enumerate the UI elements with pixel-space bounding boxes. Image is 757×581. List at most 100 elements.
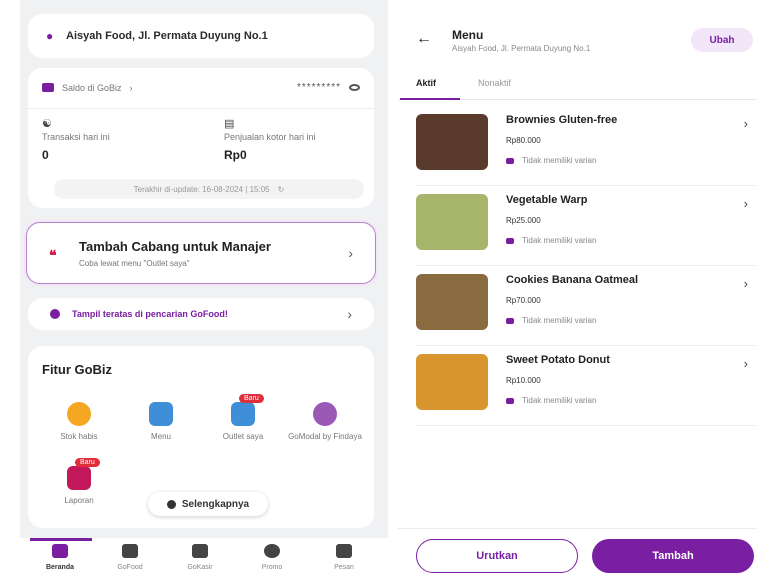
location-text: Aisyah Food, Jl. Permata Duyung No.1 <box>66 30 268 42</box>
nav-label: GoKasir <box>187 564 213 571</box>
item-variant: Tidak memiliki varian <box>522 236 597 245</box>
feature-stok-habis[interactable]: Stok habis <box>42 402 116 441</box>
variant-icon <box>506 317 514 324</box>
feature-outlet[interactable]: Baru Outlet saya <box>206 394 280 441</box>
nav-promo[interactable]: Promo <box>242 544 302 571</box>
stat-sales: ▤ Penjualan kotor hari ini Rp0 <box>224 117 316 162</box>
last-updated: Terakhir di-update: 16-08-2024 | 15:05 ↻ <box>54 179 364 199</box>
gomodal-icon <box>313 402 337 426</box>
page-title: Menu <box>452 28 484 42</box>
feature-gomodal[interactable]: GoModal by Findaya <box>288 402 362 441</box>
gofood-icon <box>122 544 138 558</box>
chevron-right-icon: › <box>743 116 748 131</box>
sort-button[interactable]: Urutkan <box>416 539 578 573</box>
outlet-icon: Baru <box>231 394 264 426</box>
tab-nonaktif[interactable]: Nonaktif <box>478 78 511 88</box>
back-arrow-icon[interactable]: ← <box>416 30 432 48</box>
nav-active-indicator <box>30 538 92 541</box>
feature-label: Outlet saya <box>222 432 264 441</box>
item-photo <box>416 114 488 170</box>
nav-beranda[interactable]: Beranda <box>30 544 90 571</box>
transaction-icon: ☯ <box>42 118 52 130</box>
gokasir-icon <box>192 544 208 558</box>
promote-icon <box>50 309 60 319</box>
add-branch-card[interactable]: ❝ Tambah Cabang untuk Manajer Coba lewat… <box>26 222 376 284</box>
refresh-icon[interactable]: ↻ <box>278 185 285 194</box>
home-icon <box>52 544 68 558</box>
feature-menu[interactable]: Menu <box>124 402 198 441</box>
balance-card: Saldo di GoBiz › ********* ☯ Transaksi h… <box>28 68 374 208</box>
menu-item[interactable]: Cookies Banana Oatmeal Rp70.000 Tidak me… <box>416 266 756 346</box>
home-panel: ● Aisyah Food, Jl. Permata Duyung No.1 S… <box>20 0 388 581</box>
tab-active-indicator <box>400 98 460 100</box>
location-pin-icon: ● <box>46 29 54 43</box>
location-card[interactable]: ● Aisyah Food, Jl. Permata Duyung No.1 <box>28 14 374 58</box>
variant-icon <box>506 157 514 164</box>
action-bar: Urutkan Tambah <box>398 528 757 581</box>
features-card: Fitur GoBiz Stok habis Menu Baru Outlet … <box>28 346 374 528</box>
menu-panel: ← Menu Aisyah Food, Jl. Permata Duyung N… <box>398 0 757 581</box>
item-name: Cookies Banana Oatmeal <box>506 274 639 286</box>
nav-label: GoFood <box>117 564 143 571</box>
add-button[interactable]: Tambah <box>592 539 754 573</box>
quote-icon: ❝ <box>49 247 57 263</box>
item-variant: Tidak memiliki varian <box>522 316 597 325</box>
chevron-right-icon: › <box>743 196 748 211</box>
info-icon <box>166 499 176 509</box>
menu-icon <box>149 402 173 426</box>
edit-button[interactable]: Ubah <box>691 28 753 52</box>
message-icon <box>336 544 352 558</box>
chevron-right-icon: › <box>129 82 133 93</box>
feature-label: GoModal by Findaya <box>288 432 362 441</box>
nav-label: Beranda <box>45 564 74 571</box>
last-updated-text: Terakhir di-update: 16-08-2024 | 15:05 <box>133 184 270 194</box>
tab-aktif[interactable]: Aktif <box>416 78 436 88</box>
nav-gokasir[interactable]: GoKasir <box>170 544 230 571</box>
screen: ● Aisyah Food, Jl. Permata Duyung No.1 S… <box>0 0 757 581</box>
nav-gofood[interactable]: GoFood <box>100 544 160 571</box>
chevron-right-icon: › <box>348 245 353 261</box>
chevron-right-icon: › <box>347 306 352 322</box>
menu-item[interactable]: Sweet Potato Donut Rp10.000 Tidak memili… <box>416 346 756 426</box>
report-icon: Baru <box>67 458 100 490</box>
feature-label: Menu <box>150 432 171 441</box>
eye-icon[interactable] <box>349 84 360 91</box>
saldo-masked: ********* <box>296 82 341 93</box>
item-photo <box>416 354 488 410</box>
bottom-nav: Beranda GoFood GoKasir Promo Pesan <box>20 538 388 581</box>
stock-icon <box>67 402 91 426</box>
saldo-label: Saldo di GoBiz <box>62 82 122 93</box>
see-more-button[interactable]: Selengkapnya <box>148 492 268 516</box>
menu-header: ← Menu Aisyah Food, Jl. Permata Duyung N… <box>398 0 757 70</box>
sales-icon: ▤ <box>224 118 235 130</box>
item-variant: Tidak memiliki varian <box>522 156 597 165</box>
status-tabs: Aktif Nonaktif <box>398 70 757 100</box>
saldo-link[interactable]: Saldo di GoBiz › <box>42 83 133 93</box>
item-price: Rp70.000 <box>506 296 541 305</box>
promote-text: Tampil teratas di pencarian GoFood! <box>72 309 228 319</box>
new-badge: Baru <box>239 394 264 403</box>
chevron-right-icon: › <box>743 276 748 291</box>
stat-label: Transaksi hari ini <box>42 132 110 142</box>
stat-transactions: ☯ Transaksi hari ini 0 <box>42 117 110 162</box>
item-photo <box>416 194 488 250</box>
see-more-label: Selengkapnya <box>181 498 250 510</box>
variant-icon <box>506 237 514 244</box>
item-name: Brownies Gluten-free <box>506 114 618 126</box>
promote-card[interactable]: Tampil teratas di pencarian GoFood! › <box>28 298 374 330</box>
wallet-icon <box>42 83 54 92</box>
feature-laporan[interactable]: Baru Laporan <box>42 458 116 505</box>
feature-label: Laporan <box>64 496 94 505</box>
feature-label: Stok habis <box>60 432 98 441</box>
nav-label: Pesan <box>334 564 354 571</box>
stat-value: 0 <box>42 148 49 162</box>
item-variant: Tidak memiliki varian <box>522 396 597 405</box>
nav-pesan[interactable]: Pesan <box>314 544 374 571</box>
stat-value: Rp0 <box>224 148 247 162</box>
nav-label: Promo <box>261 564 283 571</box>
item-photo <box>416 274 488 330</box>
item-price: Rp80.000 <box>506 136 541 145</box>
menu-item[interactable]: Brownies Gluten-free Rp80.000 Tidak memi… <box>416 106 756 186</box>
chevron-right-icon: › <box>743 356 748 371</box>
menu-item[interactable]: Vegetable Warp Rp25.000 Tidak memiliki v… <box>416 186 756 266</box>
